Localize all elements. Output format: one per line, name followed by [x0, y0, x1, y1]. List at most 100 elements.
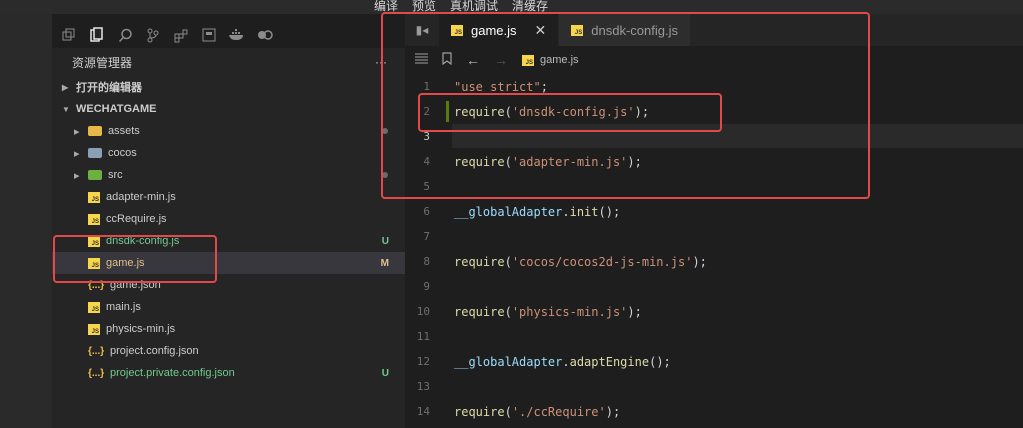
code-token: init	[569, 204, 599, 219]
debug-icon[interactable]	[200, 26, 218, 44]
change-dot-icon	[382, 172, 388, 178]
current-line-highlight	[452, 124, 1023, 148]
file-name: game.js	[106, 257, 145, 269]
code-text: __globalAdapter.adaptEngine();	[454, 355, 671, 369]
collapsed-chevron-icon: ▶	[62, 82, 69, 92]
file-name: main.js	[106, 301, 141, 313]
open-editors-section[interactable]: ▶ 打开的编辑器	[52, 76, 405, 98]
code-token: (	[504, 104, 512, 119]
docker-icon[interactable]	[228, 26, 246, 44]
tab-dnsdk-config-js[interactable]: dnsdk-config.js	[559, 14, 691, 46]
file-tree-item[interactable]: ▸ assets	[52, 120, 405, 142]
code-token: require	[454, 254, 505, 269]
forward-arrow-icon[interactable]: →	[494, 52, 508, 68]
folder-expand-chevron-icon[interactable]: ▸	[74, 147, 84, 160]
js-file-icon	[88, 323, 100, 335]
js-file-icon	[88, 257, 100, 269]
folder-expand-chevron-icon[interactable]: ▸	[74, 125, 84, 138]
folder-expand-chevron-icon[interactable]: ▸	[74, 169, 84, 182]
file-tree-item[interactable]: {...} project.private.config.json U	[52, 362, 405, 384]
code-token: .	[562, 354, 570, 369]
file-tree-item[interactable]: ▸ cocos	[52, 142, 405, 164]
file-tree-item[interactable]: ccRequire.js	[52, 208, 405, 230]
code-text: require('./ccRequire');	[454, 405, 620, 419]
search-icon[interactable]	[116, 26, 134, 44]
code-token: );	[634, 104, 650, 119]
top-menu-item[interactable]: 预览	[412, 0, 436, 14]
line-number: 8	[423, 255, 430, 268]
json-file-icon: {...}	[88, 367, 105, 379]
git-status-badge: M	[380, 257, 389, 269]
remote-icon[interactable]	[256, 26, 274, 44]
back-arrow-icon[interactable]: ←	[466, 52, 480, 68]
code-token: 'adapter-min.js'	[511, 154, 628, 169]
top-menu-item[interactable]: 编译	[374, 0, 398, 14]
file-name: src	[108, 169, 123, 181]
line-number: 2	[423, 105, 430, 118]
code-line[interactable]: 4 require('adapter-min.js');	[405, 149, 1023, 174]
project-section[interactable]: ▼ WECHATGAME	[52, 98, 405, 120]
line-number: 13	[416, 380, 430, 393]
file-tree-item[interactable]: main.js	[52, 296, 405, 318]
breadcrumb[interactable]: game.js	[522, 54, 579, 66]
code-line[interactable]: 11	[405, 324, 1023, 349]
extensions-icon[interactable]	[172, 26, 190, 44]
code-line[interactable]: 9	[405, 274, 1023, 299]
code-line[interactable]: 10 require('physics-min.js');	[405, 299, 1023, 324]
code-line[interactable]: 14 require('./ccRequire');	[405, 399, 1023, 424]
code-token: (	[504, 304, 512, 319]
close-icon[interactable]: ✕	[535, 22, 547, 39]
top-menu-item[interactable]: 真机调试	[450, 0, 498, 14]
file-tree-item[interactable]: adapter-min.js	[52, 186, 405, 208]
js-file-icon	[522, 54, 534, 66]
code-token: 'physics-min.js'	[511, 304, 628, 319]
file-tree-item[interactable]: ▸ src	[52, 164, 405, 186]
code-token: (	[504, 154, 512, 169]
code-line[interactable]: 3	[405, 124, 1023, 149]
line-number: 14	[416, 405, 430, 418]
explorer-icon[interactable]	[88, 26, 106, 44]
tab-label: game.js	[471, 22, 517, 38]
code-editor[interactable]: 1 "use strict"; 2 require('dnsdk-config.js'…	[405, 74, 1023, 424]
code-line[interactable]: 13	[405, 374, 1023, 399]
code-text: require('cocos/cocos2d-js-min.js');	[454, 255, 707, 269]
line-number: 9	[423, 280, 430, 293]
bookmark-icon[interactable]	[442, 52, 452, 68]
code-token: (	[504, 404, 512, 419]
explorer-sidebar: 资源管理器 ··· ▶ 打开的编辑器 ▼ WECHATGAME ▸ assets ▸…	[52, 48, 405, 428]
file-tree-item[interactable]: dnsdk-config.js U	[52, 230, 405, 252]
editor-tabs: ▮◂ game.js ✕ dnsdk-config.js	[405, 14, 1023, 46]
list-icon[interactable]	[415, 53, 428, 67]
code-token: ();	[649, 354, 671, 369]
code-line[interactable]: 12 __globalAdapter.adaptEngine();	[405, 349, 1023, 374]
code-line[interactable]: 2 require('dnsdk-config.js');	[405, 99, 1023, 124]
more-actions-icon[interactable]: ···	[375, 55, 387, 69]
open-editors-label: 打开的编辑器	[76, 82, 142, 94]
code-line[interactable]: 7	[405, 224, 1023, 249]
code-text: __globalAdapter.init();	[454, 205, 620, 219]
code-token: require	[454, 304, 505, 319]
file-name: project.config.json	[110, 345, 199, 357]
top-menu-item[interactable]: 清缓存	[512, 0, 548, 14]
toggle-sidebar-icon[interactable]: ▮◂	[405, 14, 439, 46]
file-tree-item[interactable]: {...} project.config.json	[52, 340, 405, 362]
tab-game-js[interactable]: game.js ✕	[439, 14, 560, 46]
code-line[interactable]: 6 __globalAdapter.init();	[405, 199, 1023, 224]
line-number: 6	[423, 205, 430, 218]
code-token: require	[454, 104, 505, 119]
file-tree-item[interactable]: {...} game.json	[52, 274, 405, 296]
file-name: game.json	[110, 279, 161, 291]
code-line[interactable]: 5	[405, 174, 1023, 199]
code-line[interactable]: 1 "use strict";	[405, 74, 1023, 99]
source-control-icon[interactable]	[144, 26, 162, 44]
js-file-icon	[571, 24, 584, 36]
code-line[interactable]: 8 require('cocos/cocos2d-js-min.js');	[405, 249, 1023, 274]
file-name: physics-min.js	[106, 323, 176, 335]
file-tree-item[interactable]: physics-min.js	[52, 318, 405, 340]
folder-icon	[88, 170, 102, 180]
file-tree-item[interactable]: game.js M	[52, 252, 405, 274]
code-token: .	[562, 204, 570, 219]
code-token: 'cocos/cocos2d-js-min.js'	[511, 254, 693, 269]
windows-icon[interactable]	[60, 26, 78, 44]
js-file-icon	[451, 24, 463, 36]
